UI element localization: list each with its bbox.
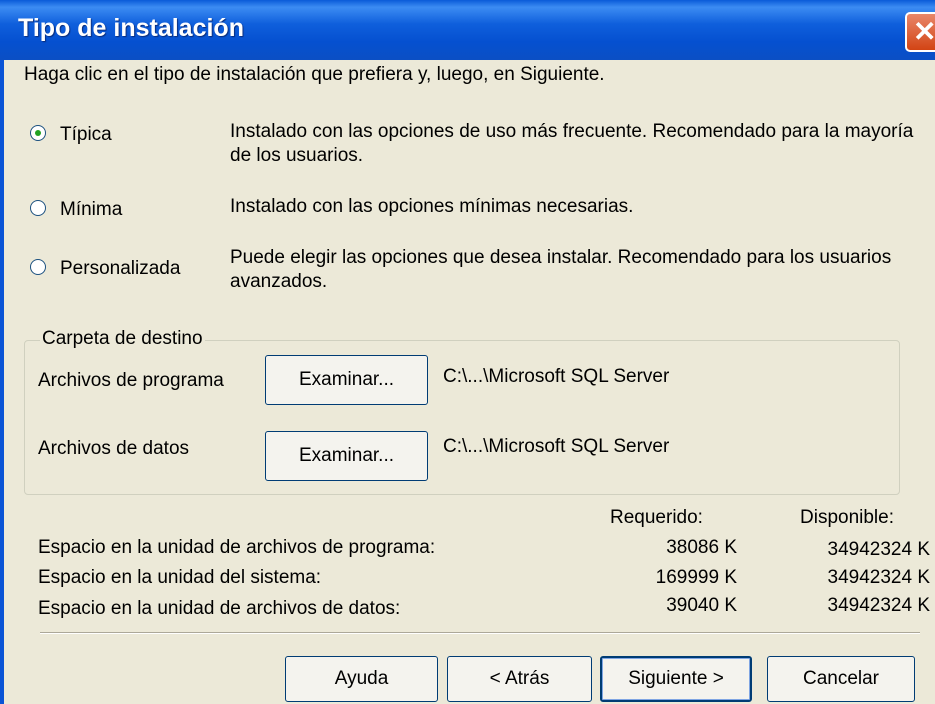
cancel-button[interactable]: Cancelar: [767, 656, 915, 702]
radio-typical[interactable]: [30, 125, 46, 141]
close-icon: ✕: [913, 16, 935, 47]
space-row-available: 34942324 K: [827, 595, 931, 616]
space-row-label: Espacio en la unidad de archivos de prog…: [38, 537, 436, 558]
title-bar: Tipo de instalación ✕: [0, 0, 935, 60]
window-frame-left: [0, 60, 4, 704]
space-row-available: 34942324 K: [827, 539, 931, 560]
program-files-path: C:\...\Microsoft SQL Server: [443, 366, 670, 387]
help-button[interactable]: Ayuda: [285, 656, 438, 702]
instruction-text: Haga clic en el tipo de instalación que …: [24, 64, 605, 85]
space-row-label: Espacio en la unidad de archivos de dato…: [38, 598, 401, 619]
destination-groupbox-title: Carpeta de destino: [40, 328, 205, 350]
space-row-required: 38086 K: [666, 537, 737, 558]
option-minimal-label[interactable]: Mínima: [60, 199, 122, 221]
option-typical-label[interactable]: Típica: [60, 124, 112, 146]
program-files-label: Archivos de programa: [38, 370, 224, 391]
space-row-available: 34942324 K: [827, 567, 931, 588]
available-header: Disponible:: [800, 507, 894, 528]
next-button[interactable]: Siguiente >: [600, 656, 752, 702]
space-row-label: Espacio en la unidad del sistema:: [38, 567, 322, 588]
destination-groupbox: [24, 340, 900, 495]
browse-program-button[interactable]: Examinar...: [265, 355, 428, 405]
footer-divider: [40, 632, 920, 634]
close-button[interactable]: ✕: [905, 12, 935, 52]
space-row-required: 169999 K: [655, 567, 737, 588]
data-files-label: Archivos de datos: [38, 438, 190, 459]
required-header: Requerido:: [610, 507, 703, 528]
back-button[interactable]: < Atrás: [447, 656, 592, 702]
option-custom-label[interactable]: Personalizada: [60, 258, 180, 280]
data-files-path: C:\...\Microsoft SQL Server: [443, 436, 670, 457]
option-custom-description: Puede elegir las opciones que desea inst…: [230, 247, 892, 292]
option-minimal-description: Instalado con las opciones mínimas neces…: [230, 196, 634, 217]
window-title: Tipo de instalación: [18, 14, 244, 42]
radio-custom[interactable]: [30, 259, 46, 275]
space-row-required: 39040 K: [666, 595, 737, 616]
radio-minimal[interactable]: [30, 200, 46, 216]
browse-data-button[interactable]: Examinar...: [265, 431, 428, 481]
option-typical-description: Instalado con las opciones de uso más fr…: [230, 121, 914, 166]
